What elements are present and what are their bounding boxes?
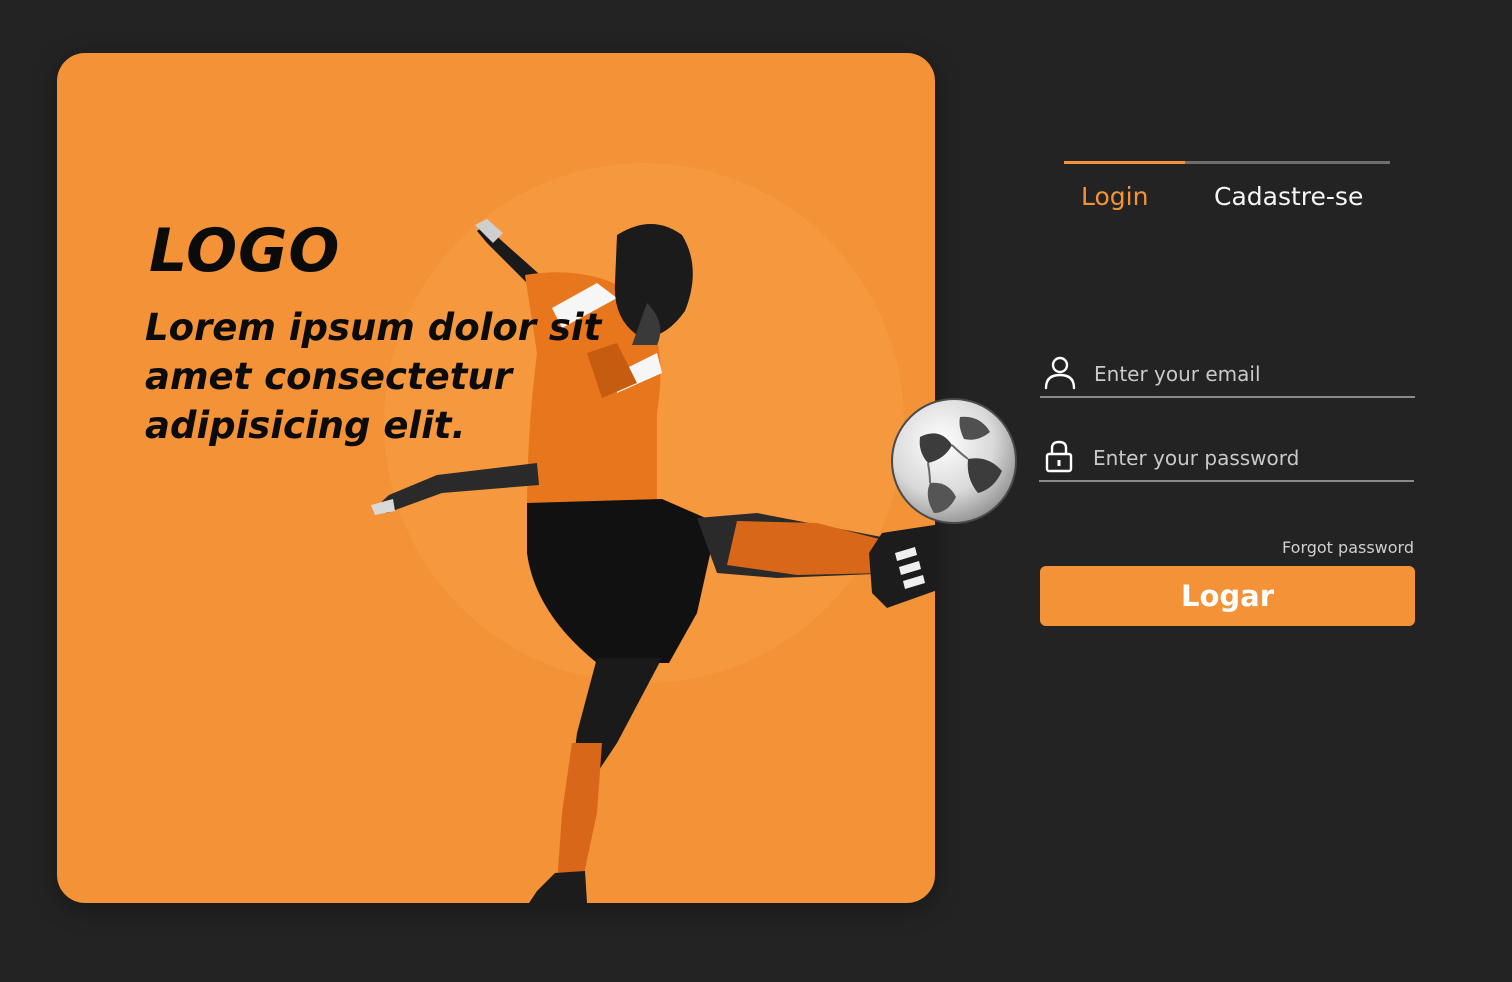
email-input[interactable] [1092,356,1407,392]
auth-tabs: Login Cadastre-se [1064,161,1390,221]
soccer-player-image [371,219,935,903]
password-field [1039,436,1414,482]
email-field [1040,352,1415,398]
lock-icon [1045,440,1073,473]
password-input[interactable] [1091,440,1406,476]
tab-login[interactable]: Login [1081,181,1148,213]
tab-signup[interactable]: Cadastre-se [1214,181,1363,213]
login-button[interactable]: Logar [1040,566,1415,626]
hero-tagline: Lorem ipsum dolor sit amet consectetur a… [145,306,602,447]
logo: LOGO [149,216,341,286]
soccer-ball-image [891,398,1017,524]
forgot-password-link[interactable]: Forgot password [1220,538,1414,557]
hero-card: LOGO Lorem ipsum dolor sit amet consecte… [57,53,935,903]
user-icon [1044,356,1076,390]
tab-active-indicator [1064,161,1185,164]
